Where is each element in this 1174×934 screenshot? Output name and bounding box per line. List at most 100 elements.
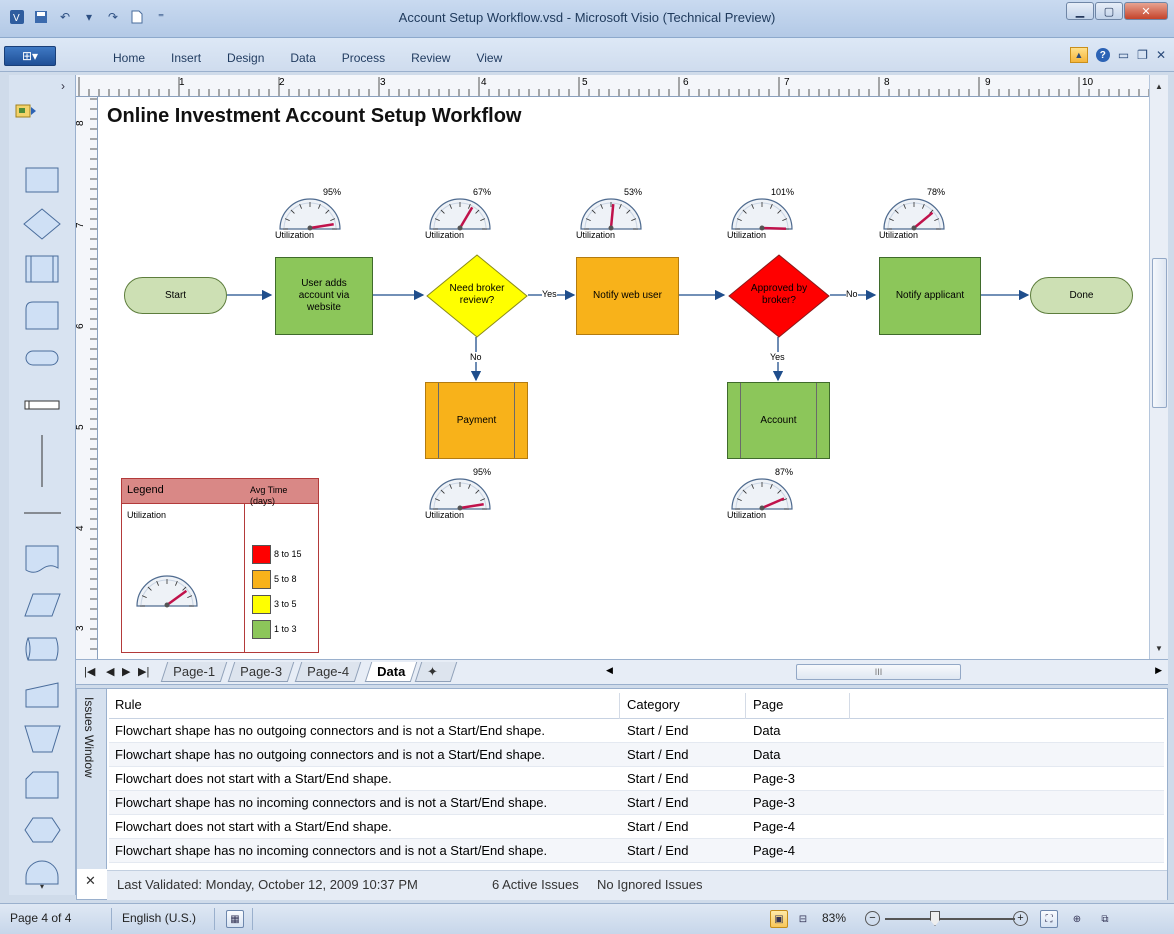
- first-page-icon[interactable]: |◀: [84, 665, 95, 678]
- horizontal-line-shape-icon[interactable]: [23, 503, 63, 523]
- scroll-right-icon[interactable]: ▶: [1155, 665, 1162, 676]
- decision-shape-icon[interactable]: [23, 207, 63, 241]
- tab-view[interactable]: View: [463, 51, 515, 65]
- scroll-down-icon[interactable]: ▼: [1150, 639, 1168, 657]
- connector-label-yes: Yes: [770, 352, 785, 362]
- zoom-out-icon[interactable]: −: [865, 911, 880, 926]
- table-row[interactable]: Flowchart shape has no incoming connecto…: [109, 791, 1164, 815]
- doc-minimize-icon[interactable]: ▭: [1118, 48, 1129, 62]
- terminator-shape-icon[interactable]: [23, 347, 63, 369]
- horizontal-scroll-thumb[interactable]: III: [796, 664, 961, 680]
- issue-rule: Flowchart does not start with a Start/En…: [115, 771, 392, 786]
- table-row[interactable]: Flowchart does not start with a Start/En…: [109, 767, 1164, 791]
- process-notify-web-user[interactable]: Notify web user: [576, 257, 679, 335]
- help-icon[interactable]: ?: [1095, 48, 1110, 62]
- page-tab-page-3[interactable]: Page-3: [227, 662, 295, 682]
- language-indicator[interactable]: English (U.S.): [122, 911, 196, 925]
- shapes-panel: › ▾: [9, 75, 76, 895]
- process-user-adds-account[interactable]: User adds account via website: [275, 257, 373, 335]
- insert-page-tab[interactable]: ✦: [414, 662, 458, 682]
- tab-home[interactable]: Home: [100, 51, 158, 65]
- last-page-icon[interactable]: ▶|: [138, 665, 149, 678]
- file-menu-button[interactable]: ⊞▾: [4, 46, 56, 66]
- zoom-in-icon[interactable]: +: [1013, 911, 1028, 926]
- process-shape-icon[interactable]: [23, 165, 63, 195]
- subprocess-label: Payment: [456, 414, 497, 426]
- page-tab-page-4[interactable]: Page-4: [294, 662, 362, 682]
- fit-page-icon[interactable]: ⛶: [1040, 910, 1058, 928]
- drawing-canvas[interactable]: Online Investment Account Setup Workflow…: [98, 97, 1149, 659]
- switch-windows-icon[interactable]: ⧉: [1096, 910, 1114, 928]
- done-terminator[interactable]: Done: [1030, 277, 1133, 314]
- macro-record-icon[interactable]: ▦: [226, 910, 244, 928]
- normal-view-icon[interactable]: ▣: [770, 910, 788, 928]
- vertical-line-shape-icon[interactable]: [23, 433, 63, 489]
- pan-zoom-icon[interactable]: ⊕: [1068, 910, 1086, 928]
- off-page-shape-icon[interactable]: [23, 769, 63, 801]
- ruler-h-label: 7: [784, 77, 790, 88]
- horizontal-scrollbar[interactable]: ◀ III ▶: [606, 664, 1166, 682]
- subprocess-payment[interactable]: Payment: [425, 382, 528, 459]
- doc-close-icon[interactable]: ✕: [1156, 48, 1166, 62]
- page-number-indicator[interactable]: Page 4 of 4: [10, 911, 71, 925]
- process-notify-applicant[interactable]: Notify applicant: [879, 257, 981, 335]
- table-row[interactable]: Flowchart does not start with a Start/En…: [109, 815, 1164, 839]
- subprocess-shape-icon[interactable]: [23, 253, 63, 287]
- table-row[interactable]: Flowchart shape has no incoming connecto…: [109, 839, 1164, 863]
- legend[interactable]: Legend Utilization Avg Time (days) 8 to …: [121, 478, 319, 653]
- preparation-shape-icon[interactable]: [23, 815, 63, 845]
- tab-review[interactable]: Review: [398, 51, 463, 65]
- utilization-gauge[interactable]: 95% Utilization: [275, 187, 345, 242]
- ruler-v-label: 8: [76, 120, 86, 126]
- vertical-scrollbar[interactable]: ▲ ▼: [1149, 75, 1168, 659]
- column-header-page[interactable]: Page: [753, 697, 783, 712]
- data-shape-icon[interactable]: [23, 590, 63, 620]
- more-shapes-button[interactable]: [9, 97, 75, 125]
- zoom-level[interactable]: 83%: [822, 911, 846, 925]
- start-terminator[interactable]: Start: [124, 277, 227, 314]
- utilization-gauge[interactable]: 95% Utilization: [425, 467, 495, 522]
- table-row[interactable]: Flowchart shape has no outgoing connecto…: [109, 719, 1164, 743]
- vertical-scroll-thumb[interactable]: [1152, 258, 1167, 408]
- maximize-button[interactable]: ▢: [1095, 2, 1123, 20]
- delay-shape-icon[interactable]: ▾: [23, 857, 63, 889]
- tab-process[interactable]: Process: [329, 51, 398, 65]
- manual-operation-shape-icon[interactable]: [23, 680, 63, 710]
- scroll-left-icon[interactable]: ◀: [606, 665, 613, 676]
- utilization-gauge[interactable]: 87% Utilization: [727, 467, 797, 522]
- close-button[interactable]: ✕: [1124, 2, 1168, 20]
- document-shape-icon[interactable]: [23, 543, 63, 575]
- ruler-v-label: 6: [76, 323, 86, 329]
- ignored-issues-count[interactable]: No Ignored Issues: [597, 877, 703, 892]
- trapezoid-shape-icon[interactable]: [23, 723, 63, 755]
- page-tab-data[interactable]: Data: [364, 662, 418, 682]
- utilization-gauge[interactable]: 78% Utilization: [879, 187, 949, 242]
- swimlane-shape-icon[interactable]: [23, 395, 63, 415]
- column-header-category[interactable]: Category: [627, 697, 680, 712]
- tab-data[interactable]: Data: [277, 51, 328, 65]
- tab-design[interactable]: Design: [214, 51, 277, 65]
- manual-input-shape-icon[interactable]: [23, 299, 63, 333]
- next-page-icon[interactable]: ▶: [122, 665, 130, 678]
- minimize-button[interactable]: ▁: [1066, 2, 1094, 20]
- legend-item-label: 8 to 15: [274, 549, 302, 559]
- zoom-slider[interactable]: [885, 918, 1015, 920]
- prev-page-icon[interactable]: ◀: [106, 665, 114, 678]
- expand-shapes-icon[interactable]: ›: [9, 75, 75, 97]
- active-issues-count[interactable]: 6 Active Issues: [492, 877, 579, 892]
- utilization-gauge[interactable]: 67% Utilization: [425, 187, 495, 242]
- utilization-gauge[interactable]: 53% Utilization: [576, 187, 646, 242]
- collapse-ribbon-icon[interactable]: ▲: [1069, 47, 1088, 63]
- scroll-up-icon[interactable]: ▲: [1150, 77, 1168, 95]
- utilization-gauge[interactable]: 101% Utilization: [727, 187, 797, 242]
- fullscreen-view-icon[interactable]: ⊟: [794, 910, 812, 928]
- close-issues-icon[interactable]: ✕: [85, 873, 96, 889]
- page-tab-page-1[interactable]: Page-1: [160, 662, 228, 682]
- zoom-slider-thumb[interactable]: [930, 911, 940, 926]
- table-row[interactable]: Flowchart shape has no outgoing connecto…: [109, 743, 1164, 767]
- column-header-rule[interactable]: Rule: [115, 697, 142, 712]
- doc-restore-icon[interactable]: ❐: [1137, 48, 1148, 62]
- subprocess-account[interactable]: Account: [727, 382, 830, 459]
- tab-insert[interactable]: Insert: [158, 51, 214, 65]
- database-shape-icon[interactable]: [23, 633, 63, 665]
